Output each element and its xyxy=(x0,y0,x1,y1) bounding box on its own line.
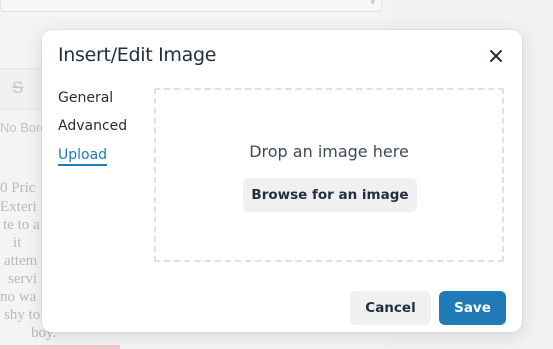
editor-text-line: servi xyxy=(8,271,38,287)
cancel-button[interactable]: Cancel xyxy=(350,291,431,325)
save-button[interactable]: Save xyxy=(439,291,506,325)
close-icon xyxy=(490,50,502,62)
image-dropzone[interactable]: Drop an image here Browse for an image xyxy=(154,88,504,262)
close-button[interactable] xyxy=(484,44,508,68)
editor-text-line: it xyxy=(13,235,22,251)
editor-text-line: shy to xyxy=(4,307,41,323)
chevron-down-icon: ▾ xyxy=(370,0,375,7)
dropzone-text: Drop an image here xyxy=(249,142,409,161)
browse-image-button[interactable]: Browse for an image xyxy=(243,178,417,212)
editor-text-line: attem xyxy=(4,253,38,269)
strikethrough-icon: S xyxy=(12,78,24,97)
editor-text-line: no wa xyxy=(0,289,37,305)
dialog-title: Insert/Edit Image xyxy=(58,44,217,66)
editor-text-line: Exteri xyxy=(0,199,37,215)
insert-edit-image-dialog: Insert/Edit Image General Advanced Uploa… xyxy=(42,30,522,332)
editor-text-line: 0 Pric xyxy=(0,180,36,196)
background-select: ▾ xyxy=(0,0,382,12)
status-bar-accent xyxy=(0,345,120,349)
tab-upload[interactable]: Upload xyxy=(58,147,108,166)
editor-text-line: te to a xyxy=(3,217,40,233)
tab-general[interactable]: General xyxy=(58,90,113,106)
tab-advanced[interactable]: Advanced xyxy=(58,118,127,134)
